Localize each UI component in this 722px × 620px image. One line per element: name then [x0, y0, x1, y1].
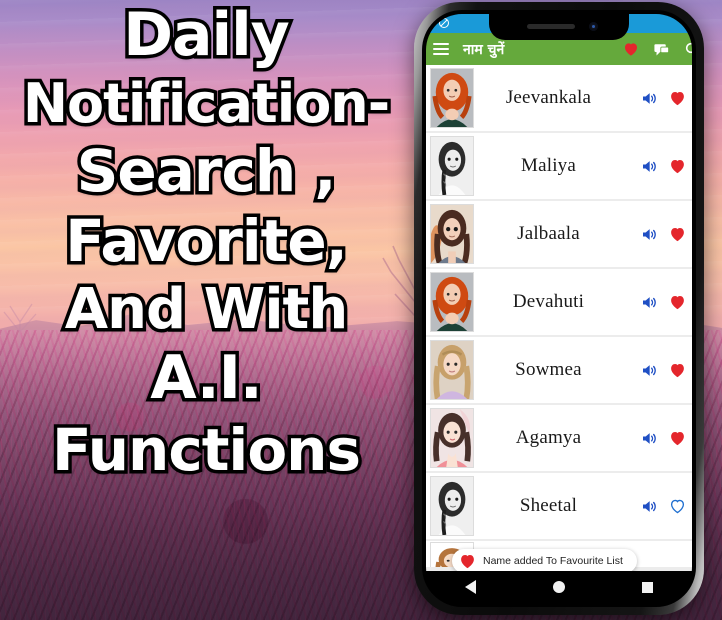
list-item[interactable]: Sheetal: [426, 473, 692, 539]
name-label: Sheetal: [519, 495, 578, 516]
heart-filled-icon[interactable]: [669, 430, 686, 446]
list-item[interactable]: Jalbaala: [426, 201, 692, 267]
front-camera: [589, 22, 598, 31]
mute-icon: [439, 18, 449, 28]
avatar: [430, 340, 474, 400]
heart-icon: [461, 555, 474, 569]
speaker-icon[interactable]: [641, 499, 657, 514]
name-list[interactable]: Jeevankala Maliya Jalbaala Devahuti Sowm…: [426, 65, 692, 571]
phone-bezel: नाम चुनें Jeevankala Maliya Jalbaala Dev…: [422, 10, 696, 607]
avatar: [430, 204, 474, 264]
row-actions: [641, 362, 692, 378]
heart-icon[interactable]: [623, 41, 639, 57]
speaker-icon[interactable]: [641, 295, 657, 310]
row-actions: [641, 226, 692, 242]
name-label: Jalbaala: [517, 223, 580, 244]
name-label: Agamya: [515, 427, 582, 448]
name-label: Maliya: [520, 155, 577, 176]
row-actions: [641, 90, 692, 106]
chat-icon[interactable]: [653, 42, 670, 57]
avatar: [430, 68, 474, 128]
home-circle-icon[interactable]: [552, 581, 565, 593]
row-actions: [641, 430, 692, 446]
avatar: [430, 476, 474, 536]
row-actions: [641, 158, 692, 174]
name-label: Jeevankala: [505, 87, 592, 108]
speaker-icon[interactable]: [641, 363, 657, 378]
heart-filled-icon[interactable]: [669, 158, 686, 174]
heart-filled-icon[interactable]: [669, 294, 686, 310]
heart-filled-icon[interactable]: [669, 362, 686, 378]
speaker-icon[interactable]: [641, 91, 657, 106]
row-actions: [641, 294, 692, 310]
list-item[interactable]: Maliya: [426, 133, 692, 199]
list-item[interactable]: Agamya: [426, 405, 692, 471]
name-label: Devahuti: [512, 291, 585, 312]
heart-filled-icon[interactable]: [669, 90, 686, 106]
recents-square-icon[interactable]: [642, 581, 654, 593]
search-icon[interactable]: [684, 41, 692, 57]
avatar: [430, 272, 474, 332]
shrub-left-icon: [3, 303, 37, 360]
phone-mockup: नाम चुनें Jeevankala Maliya Jalbaala Dev…: [414, 2, 704, 615]
speaker-icon[interactable]: [641, 227, 657, 242]
phone-notch: [489, 14, 629, 40]
toast-message: Name added To Favourite List: [483, 555, 623, 567]
list-item[interactable]: Jeevankala: [426, 65, 692, 131]
back-triangle-icon[interactable]: [464, 580, 476, 594]
toast-notification: Name added To Favourite List: [452, 549, 637, 573]
hamburger-menu-icon[interactable]: [433, 43, 449, 55]
android-nav-bar: [426, 571, 692, 603]
phone-screen: नाम चुनें Jeevankala Maliya Jalbaala Dev…: [426, 14, 692, 603]
avatar: [430, 136, 474, 196]
list-item[interactable]: Devahuti: [426, 269, 692, 335]
app-bar-title: नाम चुनें: [463, 41, 505, 58]
row-actions: [641, 498, 692, 514]
list-item[interactable]: Sowmea: [426, 337, 692, 403]
promo-screenshot: Daily Notification- Search , Favorite, A…: [0, 0, 722, 620]
speaker-icon[interactable]: [641, 431, 657, 446]
app-bar-actions: [623, 41, 692, 57]
speaker-icon[interactable]: [641, 159, 657, 174]
name-label: Sowmea: [515, 359, 582, 380]
avatar: [430, 408, 474, 468]
earpiece-speaker: [527, 24, 575, 29]
heart-outline-icon[interactable]: [669, 498, 686, 514]
heart-filled-icon[interactable]: [669, 226, 686, 242]
